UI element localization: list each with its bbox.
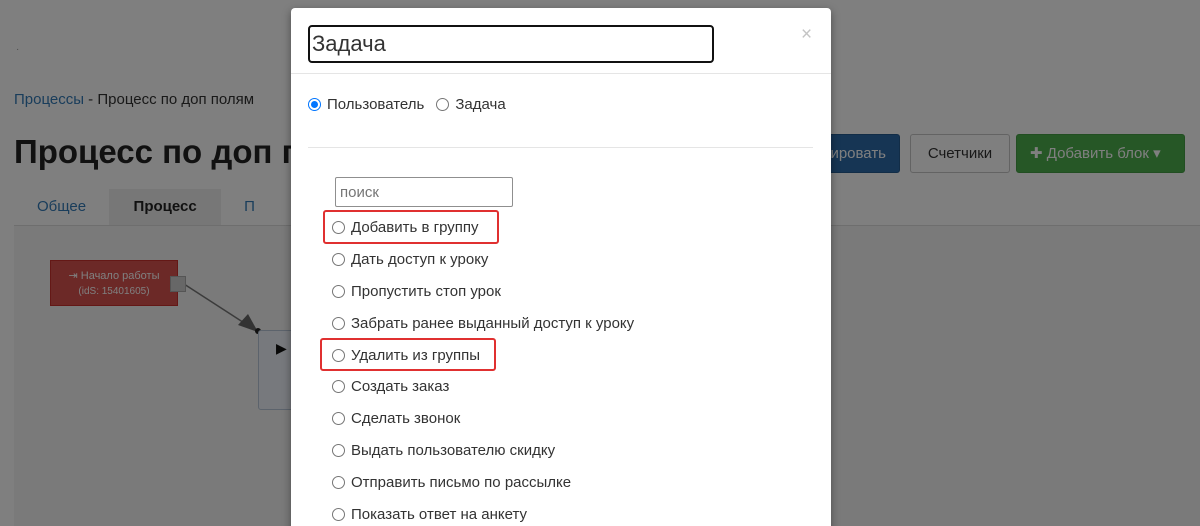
action-show-survey-answer[interactable]: Показать ответ на анкету (332, 498, 752, 526)
type-option-task[interactable]: Задача (436, 96, 506, 113)
action-revoke-lesson-access[interactable]: Забрать ранее выданный доступ к уроку (332, 307, 752, 339)
action-radio[interactable] (332, 475, 345, 489)
action-label: Дать доступ к уроку (351, 251, 489, 269)
action-radio[interactable] (332, 380, 345, 394)
action-label: Пропустить стоп урок (351, 282, 501, 300)
radio-user[interactable] (308, 98, 321, 111)
task-modal: × Пользователь Задача Добавить в группу … (291, 8, 831, 526)
action-label: Выдать пользователю скидку (351, 441, 556, 459)
action-radio[interactable] (332, 284, 345, 298)
action-grant-lesson-access[interactable]: Дать доступ к уроку (332, 244, 752, 276)
action-label: Отправить письмо по рассылке (351, 473, 572, 491)
action-send-mailing[interactable]: Отправить письмо по рассылке (332, 466, 752, 498)
close-icon[interactable]: × (801, 24, 812, 46)
action-skip-stop-lesson[interactable]: Пропустить стоп урок (332, 276, 752, 308)
type-selector: Пользователь Задача (308, 96, 518, 113)
action-give-discount[interactable]: Выдать пользователю скидку (332, 435, 752, 467)
action-create-order[interactable]: Создать заказ (332, 371, 752, 403)
action-radio[interactable] (332, 316, 345, 330)
action-label: Показать ответ на анкету (351, 505, 528, 523)
search-input[interactable] (335, 177, 513, 207)
action-radio[interactable] (332, 412, 345, 426)
action-label: Сделать звонок (351, 410, 461, 428)
modal-header: × (291, 8, 831, 74)
action-label: Создать заказ (351, 378, 450, 396)
highlight-add-to-group (323, 210, 499, 244)
action-make-call[interactable]: Сделать звонок (332, 403, 752, 435)
action-label: Забрать ранее выданный доступ к уроку (351, 314, 635, 332)
action-radio[interactable] (332, 253, 345, 267)
action-radio[interactable] (332, 443, 345, 457)
type-option-user[interactable]: Пользователь (308, 96, 424, 113)
action-radio[interactable] (332, 507, 345, 521)
type-option-user-label: Пользователь (327, 96, 425, 113)
radio-task[interactable] (436, 98, 450, 111)
highlight-remove-from-group (320, 338, 496, 371)
modal-title-input[interactable] (308, 25, 714, 63)
type-option-task-label: Задача (455, 96, 506, 113)
divider (308, 147, 813, 148)
